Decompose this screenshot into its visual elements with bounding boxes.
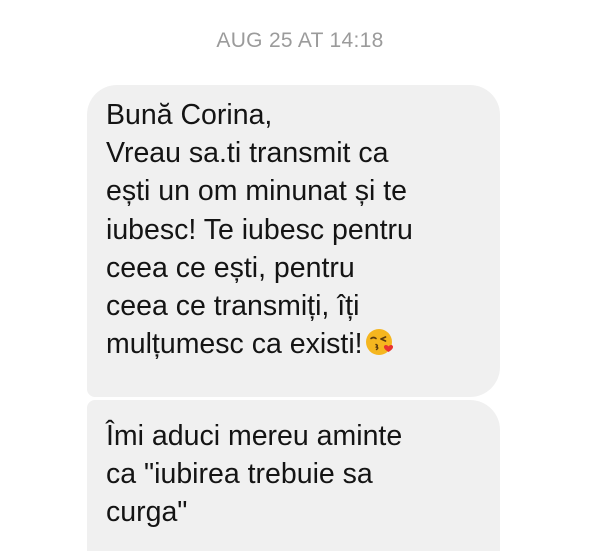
message-text-line: iubesc! Te iubesc pentru — [106, 213, 413, 246]
message-text-line: Îmi aduci mereu aminte — [106, 420, 403, 452]
message-text-line: ești un om minunat și te — [106, 175, 407, 208]
message-timestamp: AUG 25 AT 14:18 — [216, 29, 384, 52]
message-text-line: curga" — [106, 496, 188, 529]
face-blowing-a-kiss-icon — [365, 327, 395, 357]
message-text-line: Vreau sa.ti transmit ca — [106, 137, 389, 170]
message-text: mulțumesc ca existi! — [106, 328, 363, 361]
message-text-line: Bună Corina, — [106, 99, 273, 131]
message-thread: AUG 25 AT 14:18 Bună Corina, Vreau sa.ti… — [0, 0, 600, 551]
message-text-line-last: mulțumesc ca existi! — [106, 325, 486, 363]
message-bubble[interactable]: Îmi aduci mereu aminte ca "iubirea trebu… — [87, 400, 500, 551]
message-text-line: ca "iubirea trebuie sa — [106, 458, 373, 491]
message-text-line: ceea ce transmiți, îți — [106, 290, 360, 323]
message-text-line: ceea ce ești, pentru — [106, 251, 355, 284]
message-bubble[interactable]: Bună Corina, Vreau sa.ti transmit ca eșt… — [87, 85, 500, 397]
